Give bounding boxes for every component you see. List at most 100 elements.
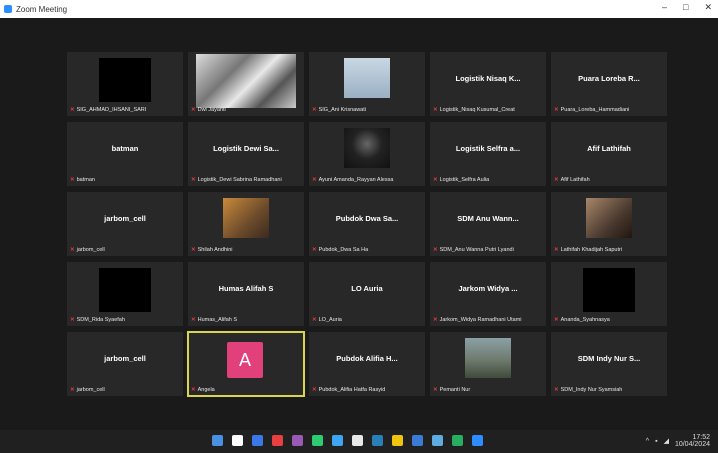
participant-tile[interactable]: Pubdok Alifia H... ✕ Pubdok_Alifia Hatfa R… (309, 332, 425, 396)
participant-display-name: Pubdok Dwa Sa... (335, 214, 399, 223)
participant-display-name: SDM Indy Nur S... (577, 354, 641, 363)
participant-name-label: ✕ Jarkom_Widya Ramadhani Utami (433, 317, 543, 323)
participant-name-text: Shilah Andhini (197, 247, 233, 253)
participant-name-text: Humas_Alifah S (197, 317, 238, 323)
participant-display-name: Logistik Nisaq K... (455, 74, 521, 83)
participant-name-label: ✕ Pubdok_Alifia Hatfa Rasyid (312, 387, 422, 393)
participant-name-text: Puara_Loreba_Hammadiani (560, 107, 630, 113)
participant-display-name: Pubdok Alifia H... (336, 354, 398, 363)
participant-name-label: ✕ Ananda_Syahnasya (554, 317, 664, 323)
volume-icon[interactable]: ◢ (664, 437, 669, 445)
participant-tile[interactable]: SDM Anu Wann... ✕ SDM_Anu Wanna Putri Lyan… (430, 192, 546, 256)
participant-tile[interactable]: Afif Lathifah ✕ Afif Lathifah (551, 122, 667, 186)
participant-name-label: ✕ Pubdok_Dwa Sa Ha (312, 247, 422, 253)
participant-name-label: ✕ LO_Auria (312, 317, 422, 323)
muted-mic-icon: ✕ (433, 177, 438, 183)
taskbar-app-icon[interactable] (312, 435, 323, 446)
taskbar-app-icon[interactable] (332, 435, 343, 446)
participant-name-label: ✕ Logistik_Nisaq Kusumal_Creat (433, 107, 543, 113)
participant-name-label: ✕ Angela (191, 387, 301, 393)
participant-video (586, 198, 632, 238)
participant-tile[interactable]: ✕ Ananda_Syahnasya (551, 262, 667, 326)
participant-tile[interactable]: Jarkom Widya ... ✕ Jarkom_Widya Ramadhani … (430, 262, 546, 326)
muted-mic-icon: ✕ (191, 317, 196, 323)
muted-mic-icon: ✕ (312, 177, 317, 183)
participant-name-text: SDM_Indy Nur Syamsiah (560, 387, 623, 393)
participant-name-text: Pubdok_Alifia Hatfa Rasyid (318, 387, 386, 393)
participant-name-text: Logistik_Selfra Aulia (439, 177, 490, 183)
participant-tile[interactable]: ✕ Shilah Andhini (188, 192, 304, 256)
participant-name-text: Dwi Jayanti (197, 107, 226, 113)
network-icon[interactable]: ▪ (655, 438, 657, 445)
participant-tile[interactable]: LO Auria ✕ LO_Auria (309, 262, 425, 326)
participant-tile[interactable]: Logistik Dewi Sa... ✕ Logistik_Dewi Sabrin… (188, 122, 304, 186)
clock-time: 17:52 (692, 434, 710, 441)
participant-name-label: ✕ SDM_Anu Wanna Putri Lyandi (433, 247, 543, 253)
participant-display-name: Afif Lathifah (587, 144, 631, 153)
participant-tile[interactable]: ✕ Pemanti Nur (430, 332, 546, 396)
participant-video (465, 338, 511, 378)
participant-name-label: ✕ SIG_AHMAD_IHSANI_SARI (70, 107, 180, 113)
muted-mic-icon: ✕ (70, 387, 75, 393)
participant-name-label: ✕ Logistik_Selfra Aulia (433, 177, 543, 183)
participant-tile[interactable]: ✕ Dwi Jayanti (188, 52, 304, 116)
close-icon[interactable]: ✕ (704, 2, 712, 13)
participant-video (99, 268, 151, 312)
taskbar-app-icon[interactable] (372, 435, 383, 446)
taskbar-app-icon[interactable] (232, 435, 243, 446)
taskbar-app-icon[interactable] (272, 435, 283, 446)
participant-tile[interactable]: Logistik Selfra a... ✕ Logistik_Selfra Aul… (430, 122, 546, 186)
muted-mic-icon: ✕ (554, 177, 559, 183)
participant-name-text: Jarkom_Widya Ramadhani Utami (439, 317, 522, 323)
participant-name-label: ✕ SIG_Ani Krisnawati (312, 107, 422, 113)
participant-tile[interactable]: ✕ Lathifah Khadijah Saputri (551, 192, 667, 256)
participant-tile[interactable]: Pubdok Dwa Sa... ✕ Pubdok_Dwa Sa Ha (309, 192, 425, 256)
taskbar-app-icon[interactable] (252, 435, 263, 446)
participant-display-name: Logistik Selfra a... (455, 144, 521, 153)
participant-tile[interactable]: Puara Loreba R... ✕ Puara_Loreba_Hammadian… (551, 52, 667, 116)
participant-tile[interactable]: jarbom_cell ✕ jarbom_cell (67, 192, 183, 256)
participant-tile[interactable]: Humas Alifah S ✕ Humas_Alifah S (188, 262, 304, 326)
window-titlebar: Zoom Meeting – □ ✕ (0, 0, 718, 18)
taskbar-app-icon[interactable] (212, 435, 223, 446)
participant-video (344, 58, 390, 98)
muted-mic-icon: ✕ (312, 317, 317, 323)
participant-tile[interactable]: ✕ SIG_AHMAD_IHSANI_SARI (67, 52, 183, 116)
participant-name-label: ✕ Lathifah Khadijah Saputri (554, 247, 664, 253)
maximize-icon[interactable]: □ (683, 2, 688, 13)
participant-name-text: jarbom_cell (76, 247, 105, 253)
chevron-up-icon[interactable]: ^ (646, 438, 649, 445)
minimize-icon[interactable]: – (662, 2, 667, 13)
taskbar-app-icon[interactable] (412, 435, 423, 446)
participant-tile[interactable]: ✕ SIG_Ani Krisnawati (309, 52, 425, 116)
muted-mic-icon: ✕ (312, 387, 317, 393)
participant-display-name: jarbom_cell (104, 214, 146, 223)
clock[interactable]: 17:52 10/04/2024 (675, 434, 710, 448)
participant-tile[interactable]: jarbom_cell ✕ jarbom_cell (67, 332, 183, 396)
participant-tile[interactable]: batman ✕ batman (67, 122, 183, 186)
participant-tile[interactable]: Logistik Nisaq K... ✕ Logistik_Nisaq Kusum… (430, 52, 546, 116)
participant-display-name: Logistik Dewi Sa... (213, 144, 279, 153)
window-title: Zoom Meeting (16, 4, 68, 14)
participant-name-label: ✕ Dwi Jayanti (191, 107, 301, 113)
participant-name-text: Pubdok_Dwa Sa Ha (318, 247, 369, 253)
participant-tile[interactable]: ✕ SDM_Rida Syaefah (67, 262, 183, 326)
participant-video (223, 198, 269, 238)
participant-name-text: Angela (197, 387, 215, 393)
muted-mic-icon: ✕ (70, 177, 75, 183)
participant-display-name: jarbom_cell (104, 354, 146, 363)
taskbar-app-icon[interactable] (352, 435, 363, 446)
taskbar-app-icon[interactable] (392, 435, 403, 446)
taskbar-icons (212, 435, 483, 446)
taskbar-app-icon[interactable] (452, 435, 463, 446)
taskbar-app-icon[interactable] (292, 435, 303, 446)
participant-tile[interactable]: SDM Indy Nur S... ✕ SDM_Indy Nur Syamsiah (551, 332, 667, 396)
participant-name-label: ✕ Puara_Loreba_Hammadiani (554, 107, 664, 113)
taskbar-app-icon[interactable] (472, 435, 483, 446)
muted-mic-icon: ✕ (554, 387, 559, 393)
participant-tile[interactable]: A ✕ Angela (187, 331, 305, 397)
taskbar-app-icon[interactable] (432, 435, 443, 446)
participant-tile[interactable]: ✕ Ayuni Amanda_Rayyan Alessa (309, 122, 425, 186)
muted-mic-icon: ✕ (433, 387, 438, 393)
muted-mic-icon: ✕ (191, 177, 196, 183)
